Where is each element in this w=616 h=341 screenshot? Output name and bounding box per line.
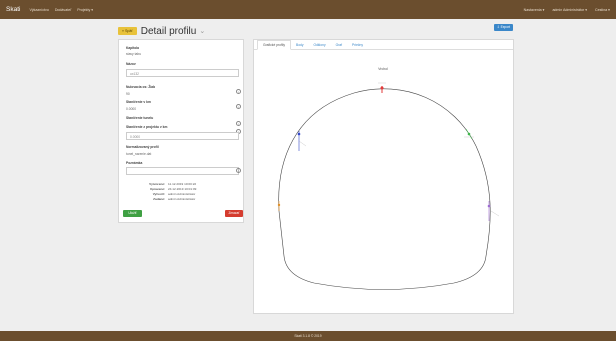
marker-tick [490,210,500,217]
stanicenie-projekt-input[interactable]: 0.0000 [126,132,239,140]
field-label: Staničenie tunelu [126,116,154,120]
top-point-label: Vrchol [378,67,388,71]
save-button[interactable]: Uložiť [123,210,142,217]
tab-body[interactable]: Body [291,41,309,49]
field-label: Staničenie v km [126,100,151,104]
field-nulovacia-os: Nulovacia os: Žiab 90 [126,85,155,96]
field-label: Kapitola [126,46,140,50]
back-button[interactable]: « Späť [118,27,137,35]
field-label: Staničenie z projektu v km [126,125,168,129]
chevron-down-icon[interactable]: ⌄ [199,27,205,35]
field-value: stavy tabu [126,52,142,56]
nav-link-vykaznictvo[interactable]: Výkazníctvo [29,8,48,12]
meta-value: admin Administrátor [168,197,196,201]
info-icon[interactable]: i [236,89,241,94]
field-stanicenie-tunelu: Staničenie tunelu [126,116,153,120]
meta-value: admin Administrátor [168,192,196,196]
nazov-input[interactable]: ux132 [126,69,239,77]
poznamka-input[interactable] [126,167,239,175]
marker-left-upper[interactable] [297,131,307,151]
marker-top[interactable] [378,82,386,93]
marker-dot [467,132,471,136]
nav-link-projekty[interactable]: Projekty ▾ [77,8,93,12]
nav-link-nastavenia[interactable]: Nastavenia ▾ [524,8,545,12]
meta-key: Upravené: [149,187,165,191]
marker-dot [277,203,281,207]
field-value: tunel_razenie.dat [126,152,152,156]
field-poznamka-label: Poznámka [126,161,142,165]
tab-odklony[interactable]: Odklony [309,41,331,49]
tunnel-profile-drawing[interactable]: Vrchol [254,51,513,313]
info-icon[interactable]: i [236,104,241,109]
tunnel-outline [278,88,491,290]
page-footer: Skati 3.1.8 © 2019 [0,331,616,341]
field-value: 0.0000 [126,107,137,111]
meta-key: Zadané: [153,197,165,201]
marker-left-lower[interactable] [277,201,281,211]
field-label: Nulovacia os: Žiab [126,85,156,89]
meta-created-by: Vytvoril: admin Administrátor [145,192,196,196]
field-label: Poznámka [126,161,143,165]
meta-updated: Upravené: 24.12.2019 10:01:09 [145,187,197,191]
page-header: « Späť Detail profilu ⌄ [118,24,205,38]
export-button[interactable]: ⇩ Export [494,24,513,31]
field-normalizovany-profil: Normalizovaný profil tunel_razenie.dat [126,145,159,156]
meta-key: Vytvoril: [152,192,165,196]
marker-right-upper[interactable] [464,128,474,140]
profile-form-panel: Kapitola stavy tabu Názov ux132 Nulovaci… [118,39,244,223]
meta-created: Vytvorené: 11.12.2019 10:00:22 [145,182,196,186]
field-label: Názov [126,62,136,66]
meta-key: Vytvorené: [149,182,165,186]
profile-drawing-panel: Grafické profily Body Odklony Graf Prieč… [253,39,514,314]
tab-priecny[interactable]: Priečny [347,41,368,49]
nav-link-dodavatel[interactable]: Dodávateľ [55,8,71,12]
meta-value: 24.12.2019 10:01:09 [168,187,197,191]
tab-graf[interactable]: Graf [331,41,347,49]
marker-tick [298,140,307,147]
delete-button[interactable]: Zmazať [225,210,243,217]
field-stanicenie-projekt-label: Staničenie z projektu v km [126,125,167,129]
nav-right-group: Nastavenia ▾ admin Administrátor ▾ Cesti… [524,8,610,12]
marker-dot [297,132,301,136]
field-label: Normalizovaný profil [126,145,159,149]
marker-dot [487,204,491,208]
brand-logo[interactable]: Skati [6,6,20,13]
tab-graficke-profily[interactable]: Grafické profily [257,40,291,50]
info-icon[interactable]: i [236,168,241,173]
field-nazov-label: Názov [126,62,136,66]
meta-assigned: Zadané: admin Administrátor [145,197,195,201]
field-kapitola: Kapitola stavy tabu [126,46,141,56]
info-icon[interactable]: i [236,121,241,126]
nav-link-language[interactable]: Cestina ▾ [595,8,610,12]
marker-dot [380,86,384,90]
marker-right-lower[interactable] [487,201,500,221]
tab-bar: Grafické profily Body Odklony Graf Prieč… [254,40,513,50]
nav-link-user-menu[interactable]: admin Administrátor ▾ [552,8,587,12]
meta-value: 11.12.2019 10:00:22 [168,182,197,186]
top-navbar: Skati Výkazníctvo Dodávateľ Projekty ▾ N… [0,0,616,19]
field-stanicenie: Staničenie v km 0.0000 [126,100,151,111]
field-value: 90 [126,92,130,96]
page-title: Detail profilu [140,25,197,37]
